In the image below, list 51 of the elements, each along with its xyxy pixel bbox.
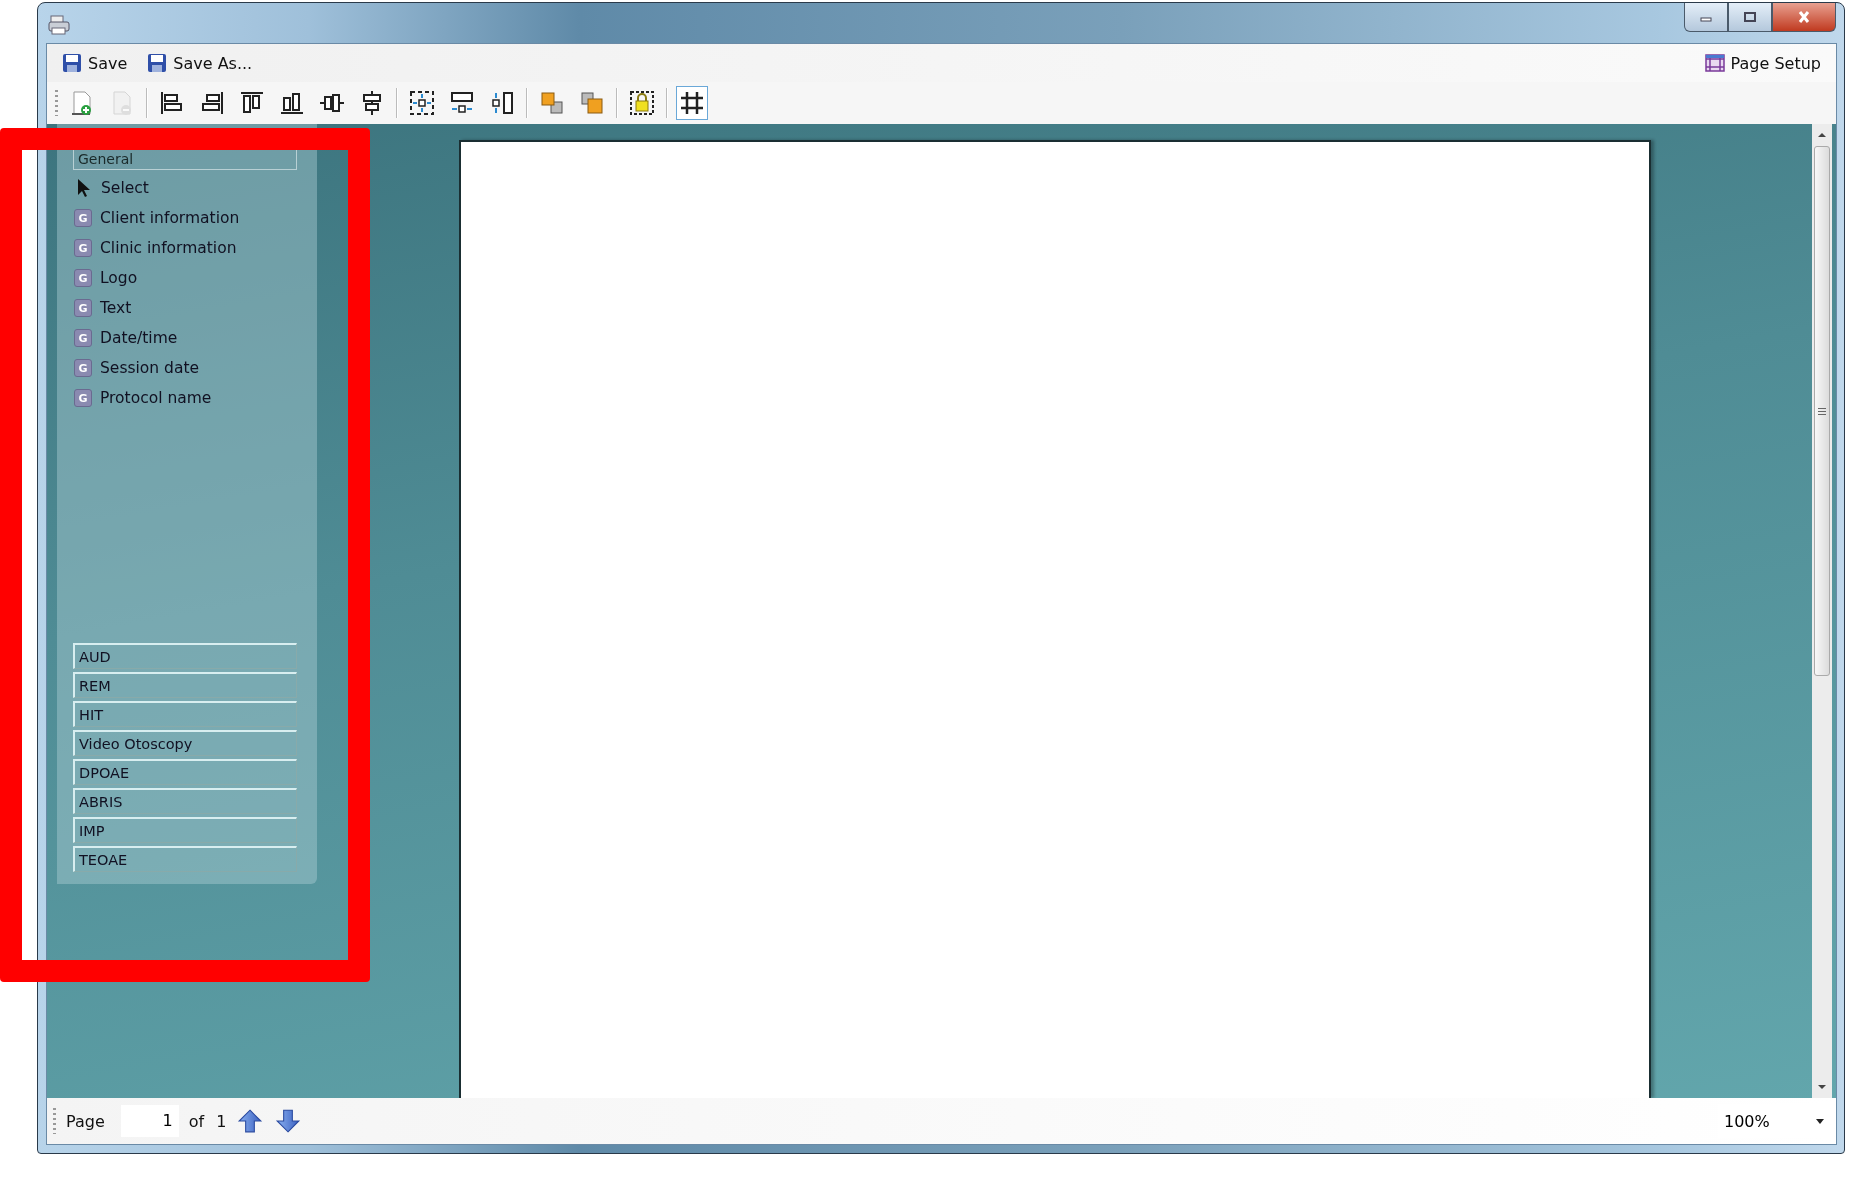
lock-icon <box>628 89 656 117</box>
maximize-button[interactable] <box>1728 3 1772 32</box>
close-button[interactable] <box>1772 3 1836 32</box>
field-icon: G <box>74 359 92 377</box>
field-icon: G <box>74 389 92 407</box>
page-layout-icon <box>1704 53 1725 73</box>
bring-to-front-icon <box>538 89 566 117</box>
toolbox-item[interactable]: G Date/time <box>73 323 297 353</box>
page-total: 1 <box>216 1111 227 1131</box>
toolbox-item[interactable]: G Protocol name <box>73 383 297 413</box>
grid-icon <box>678 89 706 117</box>
resize-icon <box>408 89 436 117</box>
vertical-scrollbar[interactable] <box>1812 124 1832 1098</box>
category-header[interactable]: IMP <box>73 817 297 843</box>
printer-icon <box>48 15 70 35</box>
send-to-back-icon <box>578 89 606 117</box>
toolbox-item[interactable]: G Logo <box>73 263 297 293</box>
field-icon: G <box>74 299 92 317</box>
minimize-button[interactable] <box>1684 3 1728 32</box>
category-header[interactable]: Video Otoscopy <box>73 730 297 756</box>
scroll-up-icon[interactable] <box>1817 132 1827 138</box>
toolbox-item[interactable]: G Session date <box>73 353 297 383</box>
field-icon: G <box>74 209 92 227</box>
next-page-button[interactable] <box>274 1107 303 1135</box>
dropdown-arrow-icon <box>1816 1118 1824 1124</box>
up-arrow-icon <box>237 1108 264 1134</box>
page-number-field[interactable]: 1 <box>120 1105 179 1137</box>
menu-button[interactable]: Save As... <box>144 51 256 75</box>
toolbox-item[interactable]: G Client information <box>73 203 297 233</box>
category-header[interactable]: HIT <box>73 701 297 727</box>
previous-page-button[interactable] <box>236 1107 265 1135</box>
toolbar-button[interactable] <box>676 86 708 120</box>
category-header[interactable]: TEOAE <box>73 846 297 872</box>
category-header[interactable]: AUD <box>73 643 297 669</box>
menu-button[interactable]: Save <box>59 51 131 75</box>
page-setup-button[interactable]: Page Setup <box>1701 51 1824 75</box>
toolbox-item[interactable]: Select <box>73 173 297 203</box>
category-header[interactable]: DPOAE <box>73 759 297 785</box>
scroll-down-icon[interactable] <box>1817 1084 1827 1090</box>
field-icon: G <box>74 239 92 257</box>
pointer-icon <box>76 178 92 198</box>
toolbox-item[interactable]: G Clinic information <box>73 233 297 263</box>
down-arrow-icon <box>275 1108 302 1134</box>
page-count-label: of <box>188 1111 205 1131</box>
category-header[interactable]: REM <box>73 672 297 698</box>
category-header[interactable]: ABRIS <box>73 788 297 814</box>
category-header[interactable]: General <box>73 148 297 170</box>
toolbox-item[interactable]: G Text <box>73 293 297 323</box>
page-label: Page <box>66 1111 105 1131</box>
field-icon: G <box>74 329 92 347</box>
field-icon: G <box>74 269 92 287</box>
